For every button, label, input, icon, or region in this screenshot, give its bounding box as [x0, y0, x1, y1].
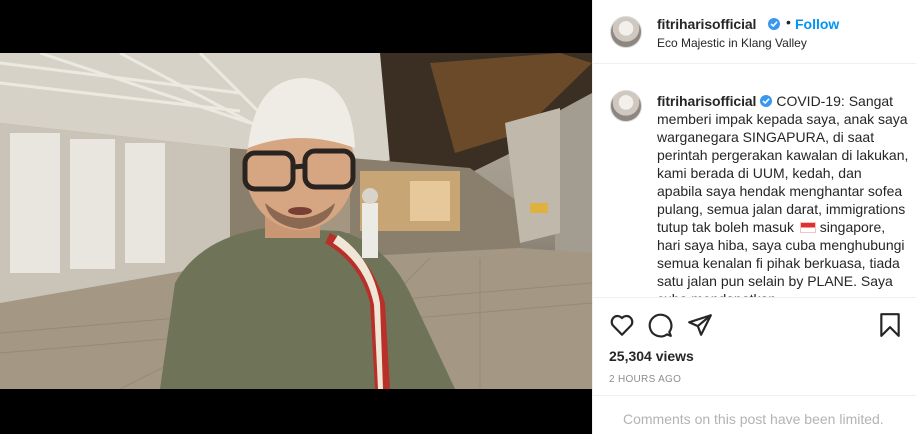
separator-dot: •	[786, 14, 791, 30]
caption-text: fitriharisofficial COVID-19: Sangat membe…	[657, 92, 909, 297]
view-count[interactable]: 25,304 views	[609, 348, 694, 364]
caption-username[interactable]: fitriharisofficial	[657, 93, 756, 109]
verified-badge-icon	[768, 18, 780, 30]
comments-limited-notice: Comments on this post have been limited.	[593, 395, 916, 434]
post-header: fitriharisofficial • Follow Eco Majestic…	[593, 0, 916, 64]
verified-badge-icon	[760, 95, 773, 107]
instagram-post-view: fitriharisofficial • Follow Eco Majestic…	[0, 0, 916, 434]
header-username[interactable]: fitriharisofficial	[657, 16, 756, 32]
bookmark-icon[interactable]	[877, 312, 903, 338]
post-location[interactable]: Eco Majestic in Klang Valley	[657, 36, 807, 50]
video-frame-illustration	[0, 53, 592, 389]
follow-button[interactable]: Follow	[795, 16, 839, 32]
post-video[interactable]	[0, 53, 592, 389]
post-details-panel: fitriharisofficial • Follow Eco Majestic…	[592, 0, 916, 434]
heart-icon[interactable]	[609, 312, 635, 338]
caption-section: fitriharisofficial COVID-19: Sangat membe…	[593, 64, 916, 298]
post-timestamp[interactable]: 2 HOURS AGO	[609, 374, 681, 385]
caption-body-part1: COVID-19: Sangat memberi impak kepada sa…	[657, 93, 909, 235]
comments-limited-text: Comments on this post have been limited.	[623, 411, 884, 427]
singapore-flag-icon	[799, 222, 816, 233]
caption-avatar[interactable]	[610, 90, 642, 122]
avatar[interactable]	[610, 16, 642, 48]
media-area	[0, 0, 592, 434]
action-bar	[593, 298, 916, 338]
share-icon[interactable]	[687, 312, 713, 338]
comment-icon[interactable]	[647, 312, 673, 338]
